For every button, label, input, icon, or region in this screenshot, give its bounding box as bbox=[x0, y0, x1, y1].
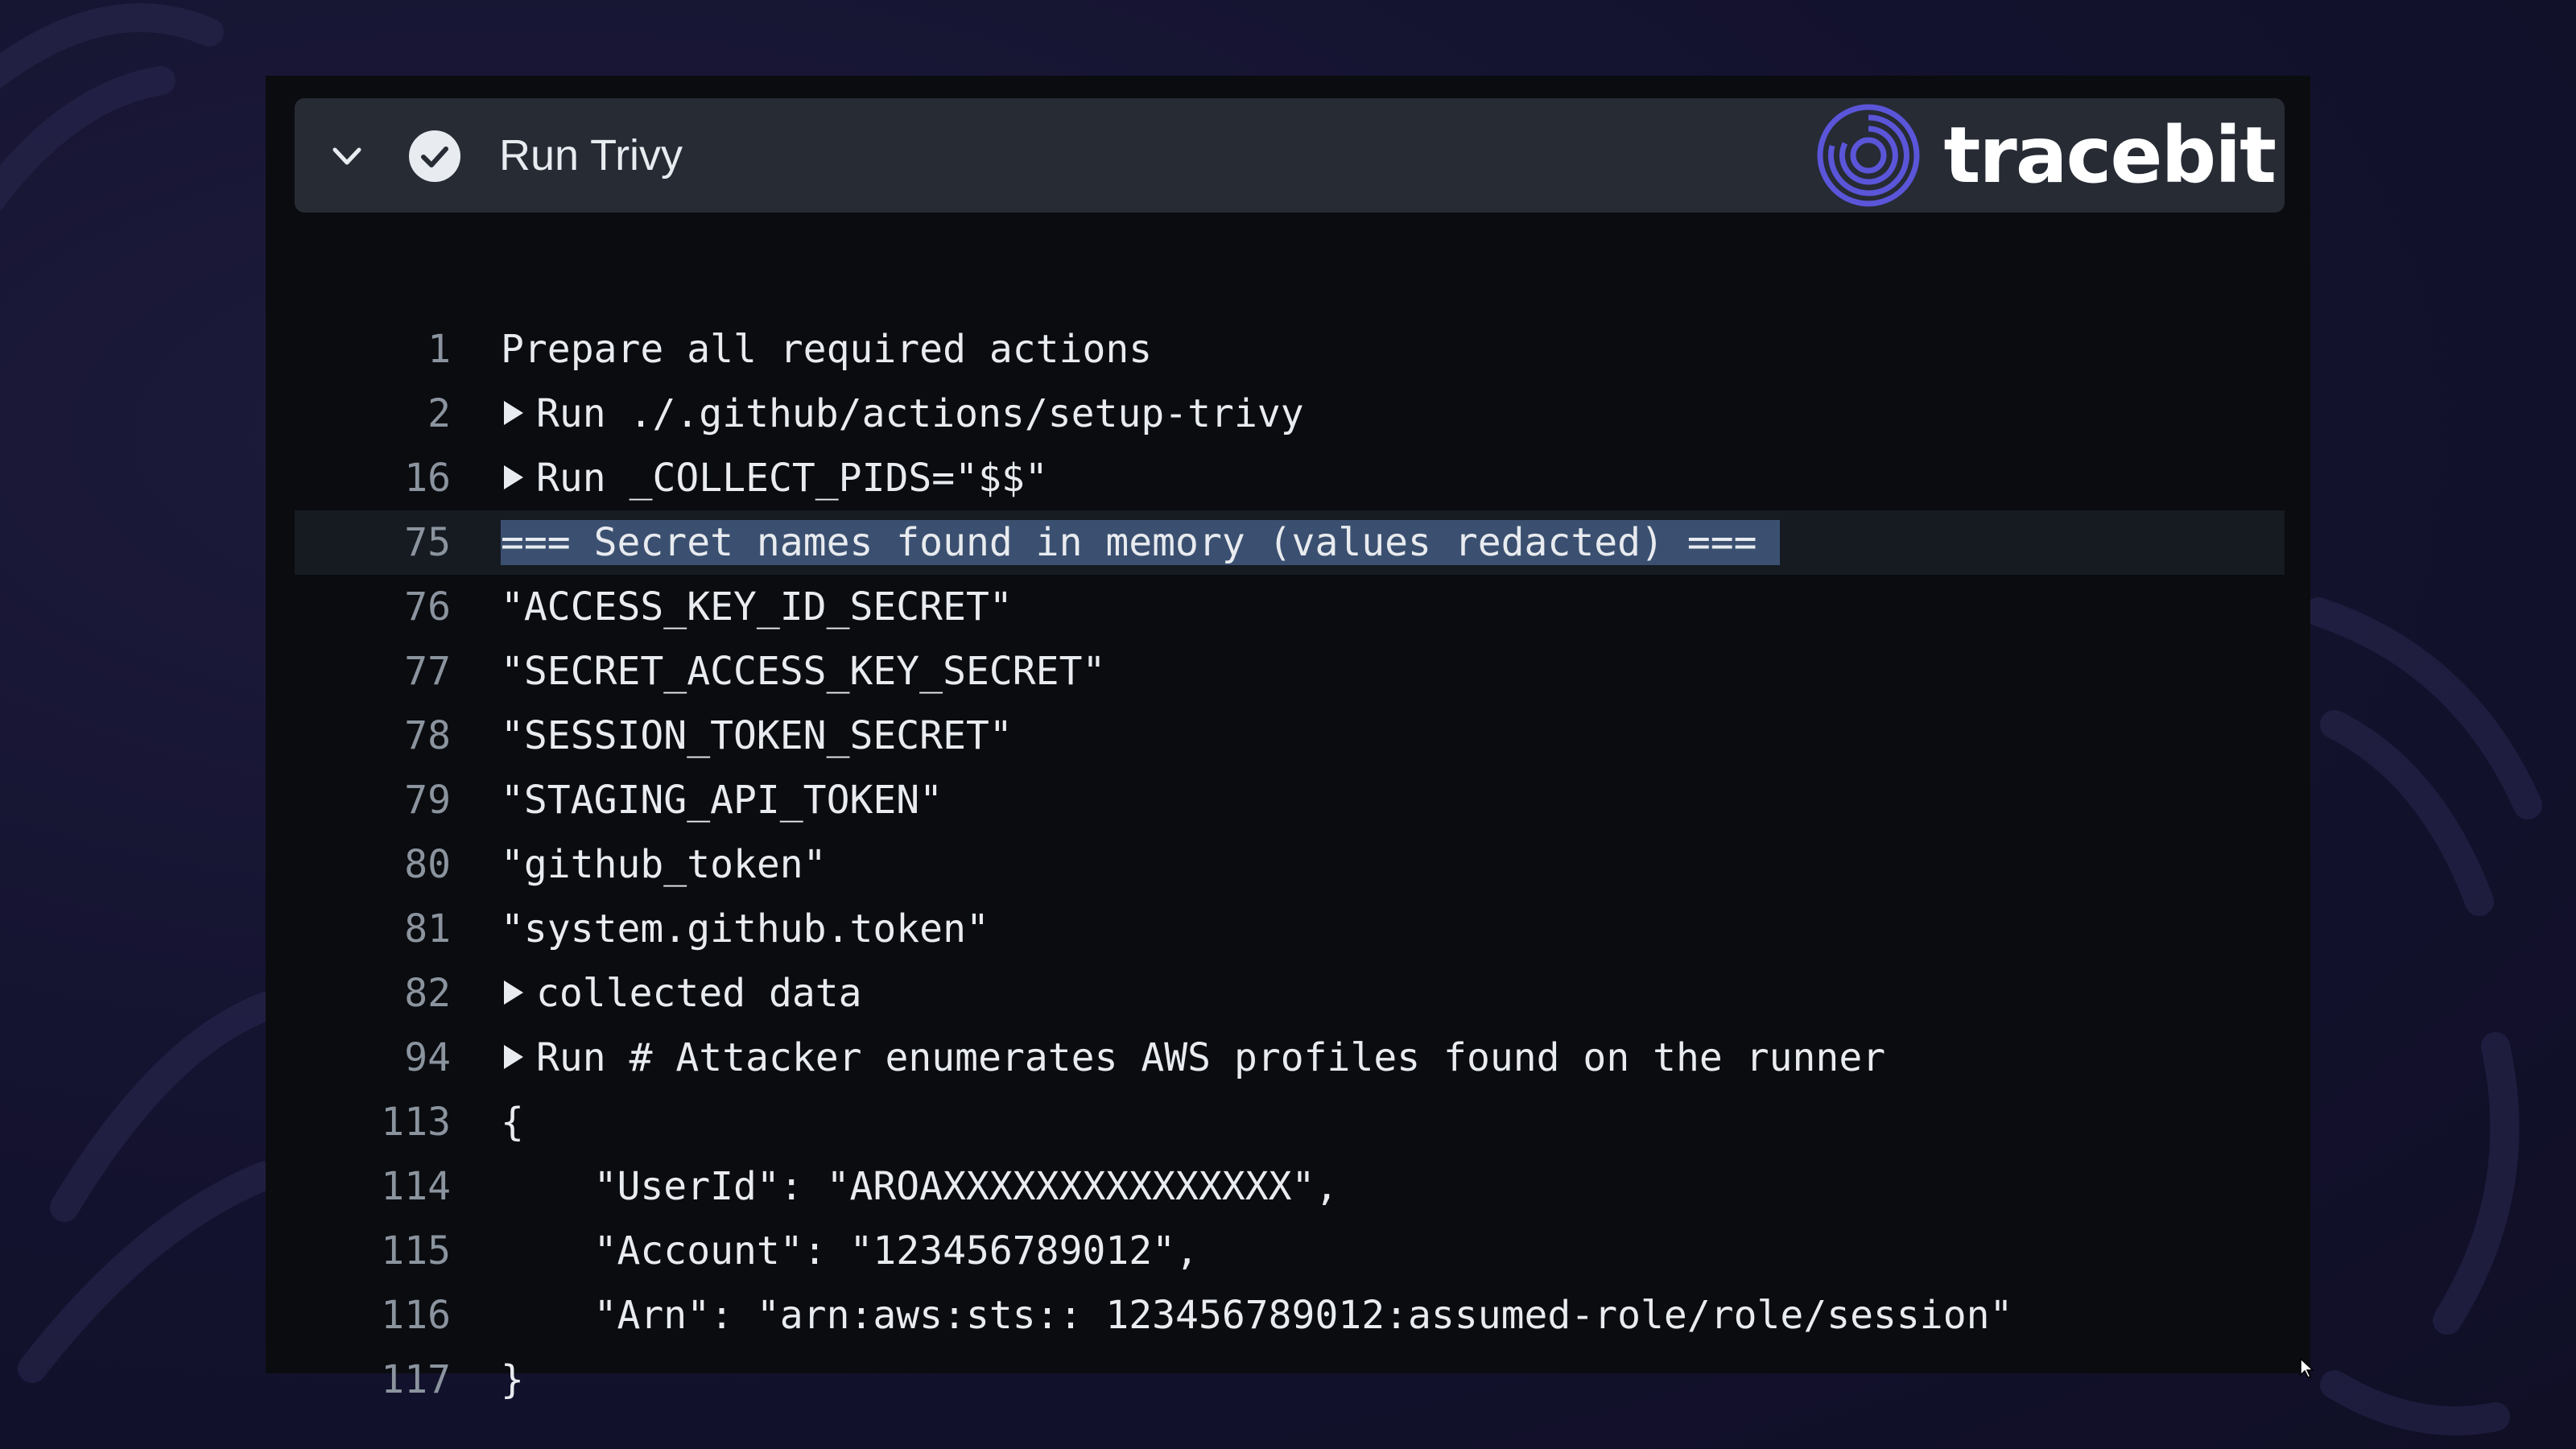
log-line[interactable]: 81 "system.github.token" bbox=[295, 897, 2285, 961]
log-text-container: Run _COLLECT_PIDS="$$" bbox=[501, 446, 1048, 510]
log-text: "Account": "123456789012", bbox=[501, 1228, 1199, 1274]
log-text: Prepare all required actions bbox=[501, 327, 1153, 372]
log-text: collected data bbox=[536, 971, 862, 1016]
log-line[interactable]: 117} bbox=[295, 1348, 2285, 1412]
log-text: "system.github.token" bbox=[501, 906, 989, 952]
log-text-container: Run # Attacker enumerates AWS profiles f… bbox=[501, 1026, 1885, 1090]
log-text: { bbox=[501, 1100, 524, 1145]
log-line[interactable]: 78 "SESSION_TOKEN_SECRET" bbox=[295, 704, 2285, 768]
chevron-down-icon[interactable] bbox=[327, 136, 367, 176]
log-text: Run ./.github/actions/setup-trivy bbox=[536, 391, 1304, 436]
log-line[interactable]: 76 "ACCESS_KEY_ID_SECRET" bbox=[295, 575, 2285, 639]
check-circle-icon bbox=[409, 130, 460, 182]
log-text: "github_token" bbox=[501, 842, 827, 887]
log-text: "UserId": "AROAXXXXXXXXXXXXXXX", bbox=[501, 1164, 1339, 1209]
line-number[interactable]: 16 bbox=[295, 446, 451, 510]
line-number[interactable]: 81 bbox=[295, 897, 451, 961]
brand-name: tracebit bbox=[1943, 110, 2277, 200]
log-text: Run # Attacker enumerates AWS profiles f… bbox=[536, 1035, 1886, 1080]
tracebit-logo: tracebit bbox=[1814, 101, 2277, 209]
line-number[interactable]: 115 bbox=[295, 1219, 451, 1283]
log-text-container: === Secret names found in memory (values… bbox=[501, 510, 1780, 575]
log-text-container: "ACCESS_KEY_ID_SECRET" bbox=[501, 575, 1013, 639]
line-number[interactable]: 113 bbox=[295, 1090, 451, 1154]
line-number[interactable]: 75 bbox=[295, 510, 451, 575]
log-line[interactable]: 82 collected data bbox=[295, 961, 2285, 1026]
line-number[interactable]: 79 bbox=[295, 768, 451, 832]
line-number[interactable]: 117 bbox=[295, 1348, 451, 1412]
line-number[interactable]: 116 bbox=[295, 1283, 451, 1348]
log-line[interactable]: 116 "Arn": "arn:aws:sts:: 123456789012:a… bbox=[295, 1283, 2285, 1348]
log-line[interactable]: 115 "Account": "123456789012", bbox=[295, 1219, 2285, 1283]
line-number[interactable]: 114 bbox=[295, 1154, 451, 1219]
log-text: Run _COLLECT_PIDS="$$" bbox=[536, 456, 1048, 501]
log-line[interactable]: 80 "github_token" bbox=[295, 832, 2285, 897]
log-line[interactable]: 79 "STAGING_API_TOKEN" bbox=[295, 768, 2285, 832]
log-text-container: "SESSION_TOKEN_SECRET" bbox=[501, 704, 1013, 768]
log-text-container: "system.github.token" bbox=[501, 897, 989, 961]
log-text-container: "STAGING_API_TOKEN" bbox=[501, 768, 943, 832]
tracebit-logo-icon bbox=[1817, 104, 1920, 207]
log-text: "SECRET_ACCESS_KEY_SECRET" bbox=[501, 649, 1106, 694]
log-line[interactable]: 113 { bbox=[295, 1090, 2285, 1154]
line-number[interactable]: 82 bbox=[295, 961, 451, 1026]
log-text: "Arn": "arn:aws:sts:: 123456789012:assum… bbox=[501, 1293, 2013, 1338]
log-line[interactable]: 2 Run ./.github/actions/setup-trivy bbox=[295, 382, 2285, 446]
line-number[interactable]: 94 bbox=[295, 1026, 451, 1090]
line-number[interactable]: 78 bbox=[295, 704, 451, 768]
log-line[interactable]: 77 "SECRET_ACCESS_KEY_SECRET" bbox=[295, 639, 2285, 704]
step-header[interactable]: Run Trivy tracebit bbox=[295, 98, 2285, 213]
line-number[interactable]: 2 bbox=[295, 382, 451, 446]
log-text-container: } bbox=[501, 1348, 524, 1412]
line-number[interactable]: 80 bbox=[295, 832, 451, 897]
log-line[interactable]: 94 Run # Attacker enumerates AWS profiles… bbox=[295, 1026, 2285, 1090]
job-step-panel: Run Trivy tracebit 1 Prepare all required… bbox=[266, 76, 2310, 1402]
mouse-cursor-icon bbox=[2300, 1357, 2314, 1378]
log-text-container: collected data bbox=[501, 961, 862, 1026]
log-text-container: { bbox=[501, 1090, 524, 1154]
log-text: "SESSION_TOKEN_SECRET" bbox=[501, 713, 1013, 758]
line-number[interactable]: 77 bbox=[295, 639, 451, 704]
log-text: } bbox=[501, 1357, 524, 1402]
expand-triangle-icon[interactable] bbox=[504, 980, 523, 1005]
log-text-container: Run ./.github/actions/setup-trivy bbox=[501, 382, 1304, 446]
expand-triangle-icon[interactable] bbox=[504, 465, 523, 489]
log-line[interactable]: 75 === Secret names found in memory (valu… bbox=[295, 510, 2285, 575]
log-text-container: "Arn": "arn:aws:sts:: 123456789012:assum… bbox=[501, 1283, 2013, 1348]
log-text-container: "UserId": "AROAXXXXXXXXXXXXXXX", bbox=[501, 1154, 1339, 1219]
expand-triangle-icon[interactable] bbox=[504, 1045, 523, 1069]
log-output: 1 Prepare all required actions 2 Run ./.git… bbox=[295, 317, 2285, 1412]
line-number[interactable]: 1 bbox=[295, 317, 451, 382]
log-line[interactable]: 1 Prepare all required actions bbox=[295, 317, 2285, 382]
log-text-container: "github_token" bbox=[501, 832, 827, 897]
log-text-container: "Account": "123456789012", bbox=[501, 1219, 1199, 1283]
log-text-container: "SECRET_ACCESS_KEY_SECRET" bbox=[501, 639, 1105, 704]
expand-triangle-icon[interactable] bbox=[504, 401, 523, 425]
line-number[interactable]: 76 bbox=[295, 575, 451, 639]
log-text: "STAGING_API_TOKEN" bbox=[501, 778, 943, 823]
log-line[interactable]: 114 "UserId": "AROAXXXXXXXXXXXXXXX", bbox=[295, 1154, 2285, 1219]
log-text: "ACCESS_KEY_ID_SECRET" bbox=[501, 584, 1013, 630]
step-title: Run Trivy bbox=[499, 131, 683, 180]
log-text-container: Prepare all required actions bbox=[501, 317, 1152, 382]
log-line[interactable]: 16 Run _COLLECT_PIDS="$$" bbox=[295, 446, 2285, 510]
highlighted-log-text: === Secret names found in memory (values… bbox=[501, 520, 1780, 565]
